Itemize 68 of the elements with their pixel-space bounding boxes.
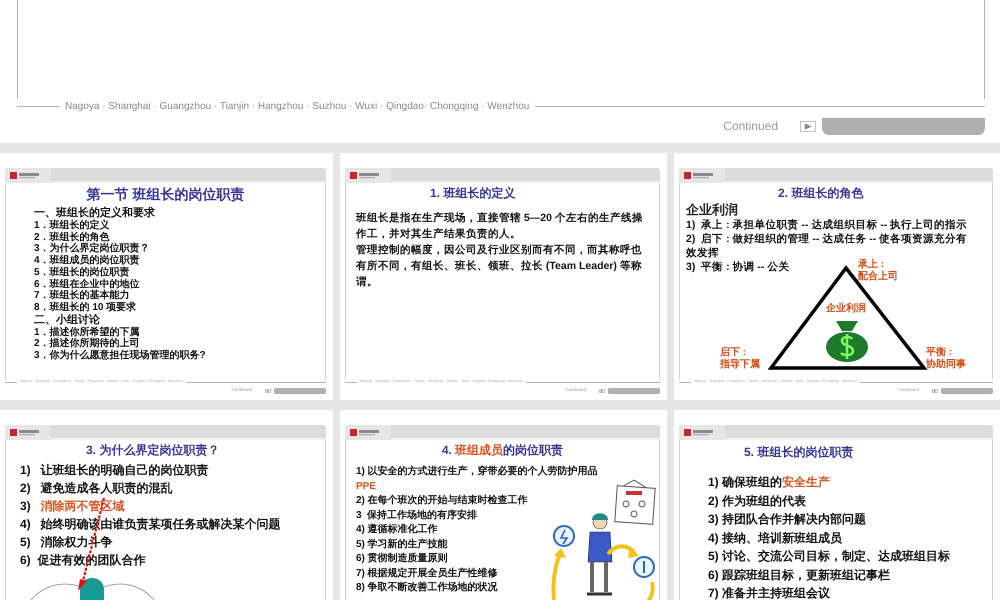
- diagram-label: 启下 : 指导下属: [720, 347, 760, 371]
- list-item: 4) 遵循标准化工作: [355, 523, 439, 537]
- outline-item: 3．为什么界定岗位职责？: [33, 243, 151, 254]
- outline-item: 7．班组长的基本能力: [33, 290, 131, 302]
- section-heading: 企业利润: [686, 202, 739, 218]
- diagram-label: 承上 : 配合上司: [858, 259, 898, 283]
- list-item: 5) 学习新的生产技能: [355, 538, 449, 552]
- paragraph: 管理控制的幅度，因公司及行业区别而有不同，而其称呼也有所不同，有组长、班长、领班、拉长 (Team Leader) 等称谓。: [354, 242, 643, 290]
- outline-item: 1．班组长的定义: [33, 220, 111, 232]
- logo-icon: [5, 168, 51, 183]
- list-item: 6) 贯彻制造质量原则: [355, 552, 449, 566]
- list-item: 2) 避免造成各人职责的混乱: [19, 480, 174, 497]
- list-item: 3) 平衡 : 协调 -- 公关: [686, 260, 790, 274]
- footer-text: Nagoya · Shanghai · Guangzhou · Tianjin · Hangzhou · Suzhou · Wuxi · Qingdao· Chongqing · Wenzhou: [65, 100, 530, 114]
- list-item: 2) 在每个班次的开始与结束时检查工作: [355, 494, 529, 508]
- list-item: 6) 跟踪班组目标，更新班组记事栏: [707, 566, 892, 584]
- slide-thumbnail[interactable]: 4. 班组成员的岗位职责 1) 以安全的方式进行生产，穿带必要的个人劳防护用品 PPE 2) 在每个班次的开始与结束时检查工作 3 保持工作场地的有序安排 4) 遵循标准化工作 5) 学习新的生产技能 6) 贯彻制造质量原则 7) 根据规定开展全员生产性维修 8) 争取不断改善工作场地的状况: [340, 410, 667, 600]
- logo-icon: [679, 425, 725, 440]
- continued-link[interactable]: Continued: [723, 117, 778, 135]
- footer-tab: [608, 388, 660, 394]
- list-item: 5) 讨论、交流公司目标，制定、达成班组目标: [707, 548, 952, 565]
- slide-title: 第一节 班组长的岗位职责: [86, 185, 246, 204]
- list-item: 3 保持工作场地的有序安排: [355, 508, 478, 522]
- logo-icon: [345, 425, 391, 440]
- list-item: 1) 让班组长的明确自己的岗位职责: [19, 462, 210, 479]
- list-item: 1) 承上 : 承担单位职责 -- 达成组织目标 -- 执行上司的指示: [686, 218, 968, 232]
- section-heading: 二、小组讨论: [33, 314, 101, 326]
- list-item: 2) 作为班组的代表: [707, 492, 808, 510]
- next-icon[interactable]: [265, 388, 271, 392]
- diagram-label: 企业利润: [826, 303, 866, 315]
- list-item: 3) 持团队合作并解决内部问题: [707, 511, 868, 528]
- diagram-label: 平衡 : 协助同事: [926, 347, 966, 371]
- outline-item: 1．描述你所希望的下属: [33, 326, 141, 338]
- list-item: 4) 接纳、培训新班组成员: [707, 530, 844, 546]
- slide-title: 5. 班组长的岗位职责: [743, 444, 854, 461]
- slide-thumbnail[interactable]: 5. 班组长的岗位职责 1) 确保班组的安全生产 2) 作为班组的代表 3) 持团队合作并解决内部问题 4) 接纳、培训新班组成员 5) 讨论、交流公司目标，制定、达成班组目标 6) 跟踪班组目标，更新班组记事栏 7) 准备并主持班组会议: [674, 410, 1000, 600]
- slide-title: 4. 班组成员的岗位职责: [440, 442, 564, 459]
- slide-thumbnail[interactable]: Nagoya · Shanghai · Guangzhou · Tianjin · Hangzhou · Suzhou · Wuxi · Qingdao· Chongqing · Wenzhou Continued: [0, 0, 1000, 143]
- outline-item: 8．班组长的 10 项要求: [33, 302, 138, 314]
- money-bag-icon: [824, 319, 870, 363]
- logo-icon: [679, 168, 725, 183]
- slide-title: 3. 为什么界定岗位职责？: [85, 442, 220, 459]
- outline-item: 6．班组在企业中的地位: [33, 278, 141, 290]
- footer-tab: [274, 388, 326, 394]
- slide-thumbnail[interactable]: [0, 153, 333, 400]
- footer-tab: [941, 388, 993, 394]
- outline-item: 2．班组长的角色: [33, 232, 110, 243]
- section-heading: 一、班组长的定义和要求: [33, 207, 156, 219]
- slide-title: 1. 班组长的定义: [429, 185, 516, 202]
- outline-item: 2．描述你所期待的上司: [33, 338, 141, 350]
- next-icon[interactable]: [599, 388, 605, 392]
- list-item: 1) 以安全的方式进行生产，穿带必要的个人劳防护用品 PPE: [355, 465, 599, 494]
- logo-icon: [5, 425, 51, 440]
- paragraph: 班组长是指在生产现场，直接管辖 5—20 个左右的生产线操作工，并对其生产结果负责的人。: [354, 211, 644, 242]
- next-icon[interactable]: [932, 388, 938, 392]
- list-item: 7) 准备并主持班组会议: [707, 585, 832, 600]
- list-item: 8) 争取不断改善工作场地的状况: [355, 581, 499, 595]
- outline-item: 3．你为什么愿意担任现场管理的职务?: [33, 350, 207, 362]
- logo-icon: [345, 168, 391, 183]
- list-item: 1) 确保班组的安全生产: [707, 474, 832, 491]
- next-icon[interactable]: [800, 120, 816, 132]
- outline-item: 4．班组成员的岗位职责: [33, 255, 141, 266]
- outline-item: 5．班组长的岗位职责: [33, 266, 131, 278]
- slide-thumbnail[interactable]: [674, 153, 1000, 400]
- list-item: 2) 启下 : 做好组织的管理 -- 达成任务 -- 使各项资源充分有效发挥: [686, 232, 968, 259]
- list-item: 7) 根据规定开展全员生产性维修: [355, 566, 499, 580]
- slide-thumbnail[interactable]: [340, 153, 667, 400]
- slide-title: 2. 班组长的角色: [777, 185, 864, 202]
